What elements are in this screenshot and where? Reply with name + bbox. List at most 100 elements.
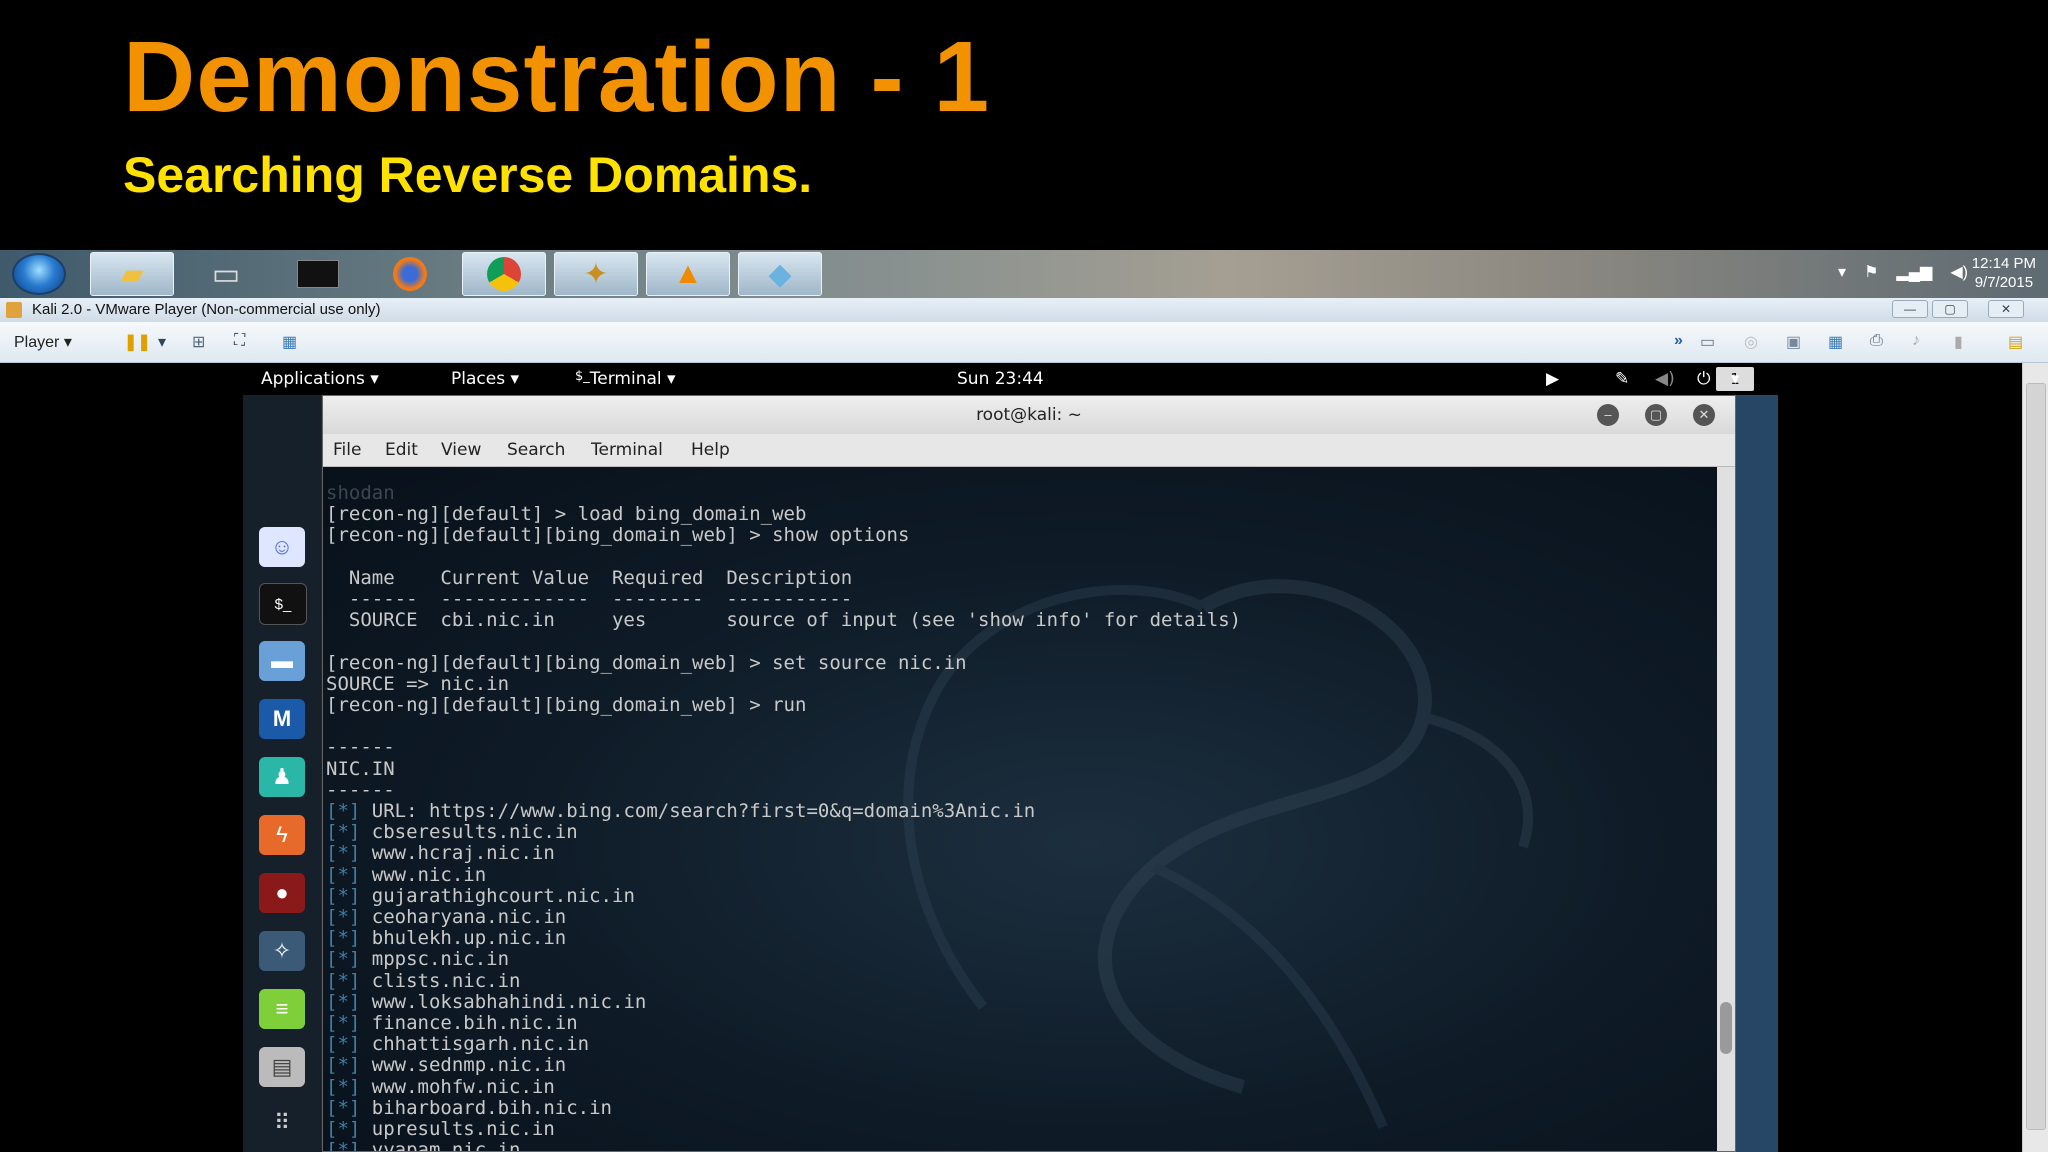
- firefox-taskbar-button[interactable]: [368, 252, 452, 296]
- printer-device[interactable]: ⎙: [1870, 332, 1892, 352]
- terminal-line: [recon-ng][default][bing_domain_web] > s…: [326, 524, 910, 547]
- video-camera-icon[interactable]: ▶: [1546, 369, 1559, 389]
- cmd-taskbar-button[interactable]: [276, 252, 360, 296]
- terminal-menubar: File Edit View Search Terminal Help: [323, 434, 1735, 467]
- send-ctrl-alt-del-button[interactable]: ⊞: [192, 332, 214, 352]
- show-apps-icon[interactable]: ⠿: [259, 1103, 305, 1143]
- pause-button[interactable]: ❚❚: [124, 332, 151, 352]
- unity-button[interactable]: ▦: [282, 332, 304, 352]
- pause-icon: ❚❚: [124, 334, 151, 351]
- terminal-line: ------: [326, 778, 395, 801]
- terminal-scrollbar[interactable]: [1717, 467, 1735, 1151]
- flag-icon[interactable]: ⚑: [1864, 262, 1878, 282]
- terminal-output[interactable]: shodan [recon-ng][default] > load bing_d…: [323, 467, 1717, 1151]
- player-menu[interactable]: Player ▾: [14, 332, 72, 352]
- maximize-button[interactable]: ▢: [1932, 300, 1968, 318]
- result-prefix: [*]: [326, 990, 361, 1013]
- cmd-icon: [297, 260, 339, 288]
- result-prefix: [*]: [326, 1096, 361, 1119]
- sound-device[interactable]: ♪: [1912, 332, 1934, 352]
- minimize-button[interactable]: —: [1892, 300, 1928, 318]
- clock-date: 9/7/2015: [1974, 274, 2034, 291]
- menu-file[interactable]: File: [333, 440, 361, 460]
- terminal-minimize-button[interactable]: –: [1597, 404, 1619, 426]
- menu-view[interactable]: View: [441, 440, 481, 460]
- result-prefix: [*]: [326, 927, 361, 950]
- app-taskbar-button[interactable]: ✦: [554, 252, 638, 296]
- network-devices-icon: ⊞: [192, 334, 206, 351]
- monitor-taskbar-button[interactable]: ▭: [184, 252, 268, 296]
- vlc-taskbar-button[interactable]: ▲: [646, 252, 730, 296]
- terminal-title-bar[interactable]: root@kali: ~ – ▢ ✕: [323, 396, 1735, 434]
- tray-expand-icon[interactable]: ▾: [1838, 262, 1846, 282]
- chrome-taskbar-button[interactable]: [462, 252, 546, 296]
- faraday-icon[interactable]: ●: [259, 873, 305, 913]
- start-button[interactable]: [12, 253, 66, 295]
- result-line: gujarathighcourt.nic.in: [371, 884, 635, 907]
- close-icon: ✕: [1698, 407, 1710, 422]
- network-icon[interactable]: ▂▄▆: [1896, 262, 1932, 282]
- chevron-down-icon: ▾: [158, 334, 167, 351]
- terminal-app-menu-label: Terminal: [589, 369, 662, 389]
- windows-taskbar: ▰ ▭ ✦ ▲ ◆ ▾ ⚑ ▂▄▆ ◀) 12:14 PM 9/7/2015: [0, 250, 2048, 298]
- menu-terminal[interactable]: Terminal: [591, 440, 663, 460]
- result-line: mppsc.nic.in: [371, 948, 510, 971]
- close-button[interactable]: ✕: [1988, 300, 2024, 318]
- menu-edit[interactable]: Edit: [385, 440, 418, 460]
- menu-search[interactable]: Search: [507, 440, 565, 460]
- result-line: ceoharyana.nic.in: [371, 906, 567, 929]
- terminal-line: SOURCE cbi.nic.in yes source of input (s…: [326, 609, 1242, 632]
- result-prefix: [*]: [326, 800, 361, 823]
- pause-dropdown[interactable]: ▾: [158, 332, 180, 352]
- terminal-line: ------: [326, 736, 395, 759]
- result-line: cbseresults.nic.in: [371, 821, 578, 844]
- usb-device[interactable]: ▮: [1954, 332, 1976, 352]
- harddisk-device[interactable]: ▭: [1700, 332, 1722, 352]
- menu-help[interactable]: Help: [691, 440, 730, 460]
- volume-icon[interactable]: ◀): [1655, 369, 1675, 389]
- vmware-taskbar-button[interactable]: ◆: [738, 252, 822, 296]
- tools-icon[interactable]: ✎: [1615, 369, 1629, 389]
- terminal-dock-icon[interactable]: $_: [259, 583, 307, 625]
- vm-scroll-thumb[interactable]: [2026, 383, 2046, 1130]
- vm-vertical-scrollbar[interactable]: [2022, 363, 2048, 1152]
- terminal-scroll-thumb[interactable]: [1720, 1002, 1732, 1054]
- files-icon[interactable]: ▬: [259, 641, 305, 681]
- floppy-device[interactable]: ▣: [1786, 332, 1808, 352]
- message-log-button[interactable]: ▤: [2008, 332, 2030, 352]
- minimize-icon: —: [1904, 302, 1916, 316]
- result-line: www.mohfw.nic.in: [371, 1075, 555, 1098]
- fullscreen-button[interactable]: ⛶: [234, 332, 256, 352]
- result-prefix: [*]: [326, 969, 361, 992]
- terminal-text: shodan [recon-ng][default] > load bing_d…: [326, 482, 1242, 1151]
- terminal-line: SOURCE => nic.in: [326, 672, 510, 695]
- result-line: URL: https://www.bing.com/search?first=0…: [371, 800, 1036, 823]
- discord-like-icon[interactable]: ☺: [259, 527, 305, 567]
- speaker-icon: ♪: [1912, 332, 1920, 349]
- applications-menu[interactable]: Applications ▾: [261, 369, 379, 389]
- terminal-partial-line: shodan: [326, 482, 395, 504]
- result-line: upresults.nic.in: [371, 1118, 555, 1141]
- network-device[interactable]: ▦: [1828, 332, 1850, 352]
- more-devices-button[interactable]: »: [1674, 332, 1696, 352]
- volume-icon[interactable]: ◀): [1950, 262, 1968, 282]
- cd-device[interactable]: ◎: [1744, 332, 1766, 352]
- maltego-icon[interactable]: ✧: [259, 931, 305, 971]
- chevron-down-icon: ▾: [370, 369, 379, 389]
- explorer-taskbar-button[interactable]: ▰: [90, 252, 174, 296]
- kali-clock[interactable]: Sun 23:44: [957, 369, 1044, 389]
- leafpad-icon[interactable]: ≡: [259, 989, 305, 1029]
- cherrytree-icon[interactable]: ▤: [259, 1047, 305, 1087]
- armitage-icon[interactable]: ♟: [259, 757, 305, 797]
- burpsuite-icon[interactable]: ϟ: [259, 815, 305, 855]
- metasploit-icon[interactable]: M: [259, 699, 305, 739]
- result-prefix: [*]: [326, 1033, 361, 1056]
- vmware-app-icon: [6, 302, 22, 318]
- taskbar-clock[interactable]: 12:14 PM 9/7/2015: [1972, 254, 2036, 292]
- terminal-maximize-button[interactable]: ▢: [1645, 404, 1667, 426]
- chevron-down-icon[interactable]: ▾: [1731, 369, 1740, 389]
- places-menu[interactable]: Places ▾: [451, 369, 519, 389]
- terminal-app-menu[interactable]: $_Terminal ▾: [575, 369, 676, 389]
- power-icon[interactable]: ⏻: [1697, 369, 1710, 389]
- terminal-close-button[interactable]: ✕: [1693, 404, 1715, 426]
